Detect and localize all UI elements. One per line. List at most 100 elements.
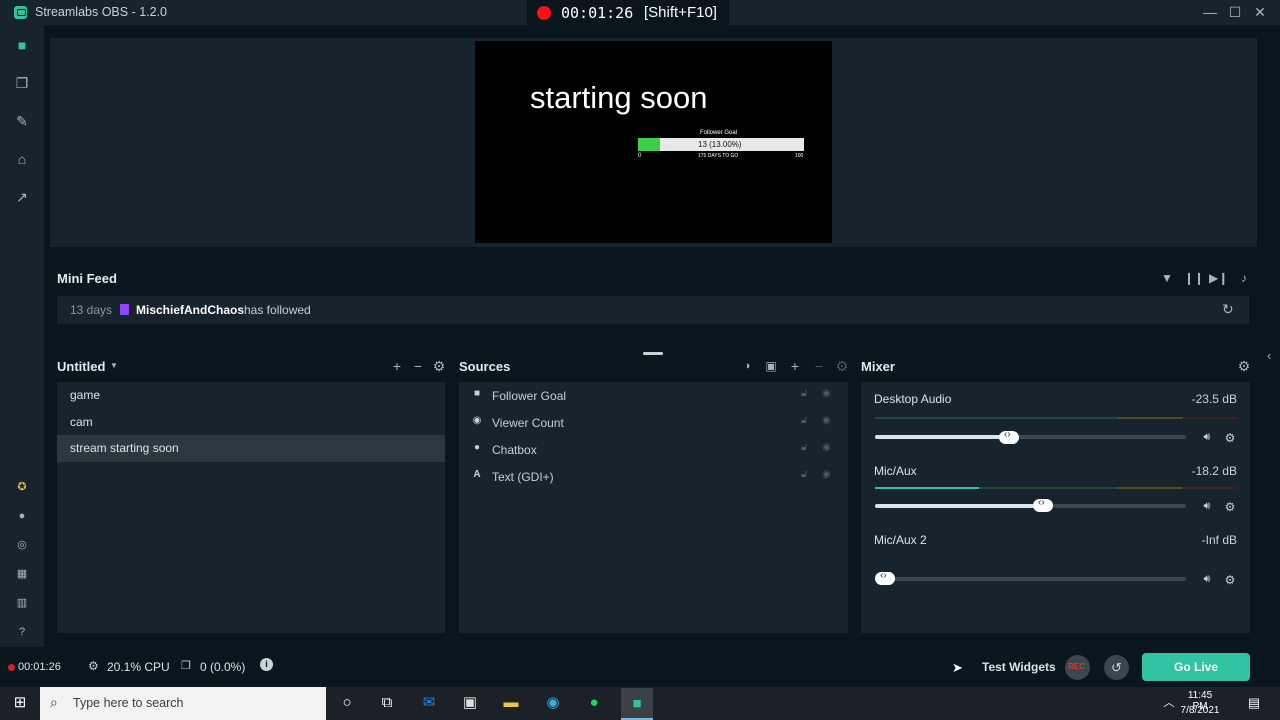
volume-icon[interactable]: ♪	[1235, 270, 1253, 286]
speaker-icon[interactable]: 🔊︎	[1200, 500, 1214, 514]
skip-icon[interactable]: ▶❙	[1209, 270, 1228, 286]
speaker-icon[interactable]: 🔊︎	[1200, 573, 1214, 587]
cortana-icon[interactable]: ○	[336, 692, 358, 714]
dashboard-icon[interactable]: ●	[12, 507, 32, 525]
recording-time: 00:01:26	[561, 4, 634, 22]
file-explorer-icon[interactable]: ▬	[500, 692, 522, 714]
add-source-icon[interactable]: +	[787, 358, 803, 374]
chevron-down-icon[interactable]: ▼	[110, 361, 118, 370]
eye-icon: ◉	[472, 415, 482, 426]
eye-icon[interactable]: ◉	[822, 469, 831, 480]
eye-icon[interactable]: ◉	[822, 388, 831, 399]
source-label: Text (GDI+)	[492, 470, 554, 484]
edge-icon[interactable]: ◉	[542, 692, 564, 714]
goal-value: 13 (13.00%)	[698, 140, 742, 149]
lock-icon[interactable]: 🔓︎	[801, 469, 807, 480]
prime-icon[interactable]: ✪	[12, 478, 32, 496]
mixer-channel-db: -23.5 dB	[1191, 392, 1237, 406]
source-item[interactable]: ● Chatbox 🔓︎ ◉	[459, 436, 848, 463]
dropped-frames: 0 (0.0%)	[200, 660, 246, 674]
source-label: Viewer Count	[492, 416, 564, 430]
scene-collection-title[interactable]: Untitled	[57, 359, 105, 374]
analytics-icon[interactable]: ↗	[12, 188, 32, 206]
source-lock-icon[interactable]: ◑	[739, 358, 755, 374]
feed-user: MischiefAndChaos	[136, 303, 245, 317]
dropped-frames-icon: ❐	[181, 660, 191, 672]
source-item[interactable]: ◉ Viewer Count 🔓︎ ◉	[459, 409, 848, 436]
goal-days: 175 DAYS TO GO	[698, 153, 739, 159]
volume-knob[interactable]	[1033, 497, 1053, 512]
test-widgets-button[interactable]: Test Widgets	[982, 660, 1056, 674]
scene-settings-icon[interactable]: ⚙	[431, 358, 447, 374]
add-folder-icon[interactable]: ▣	[763, 358, 779, 374]
recording-hotkey: [Shift+F10]	[644, 4, 717, 21]
mixer-channel-db: -Inf dB	[1201, 533, 1237, 547]
lock-icon[interactable]: 🔓︎	[801, 415, 807, 426]
scene-label: cam	[70, 415, 93, 429]
mixer-title: Mixer	[861, 359, 895, 374]
feed-age: 13 days	[70, 303, 113, 317]
scene-item[interactable]: game	[57, 382, 445, 409]
source-item[interactable]: A Text (GDI+) 🔓︎ ◉	[459, 463, 848, 490]
cpu-icon: ⚙	[88, 659, 99, 673]
layout-icon[interactable]: ▦	[12, 565, 32, 583]
lock-icon[interactable]: 🔓︎	[801, 442, 807, 453]
editor-icon[interactable]: ✎	[12, 112, 32, 130]
go-live-button[interactable]: Go Live	[1142, 653, 1250, 681]
mixer-settings-icon[interactable]: ⚙	[1236, 358, 1252, 374]
source-settings-icon[interactable]: ⚙	[834, 358, 850, 374]
source-item[interactable]: ■ Follower Goal 🔓︎ ◉	[459, 382, 848, 409]
studio-camera-icon[interactable]: ■	[12, 36, 32, 54]
channel-settings-icon[interactable]: ⚙	[1223, 431, 1237, 445]
speaker-icon[interactable]: 🔊︎	[1200, 431, 1214, 445]
volume-slider[interactable]	[875, 577, 1186, 581]
collapse-icon[interactable]: ‹	[1267, 348, 1271, 363]
windows-start-icon[interactable]: ⊞	[9, 692, 31, 714]
scene-item[interactable]: cam	[57, 409, 445, 436]
taskbar-search-placeholder: Type here to search	[73, 696, 184, 710]
store-icon[interactable]: ⌂	[12, 150, 32, 168]
studio-mode-icon[interactable]: ▥	[12, 594, 32, 612]
goal-bar-fill	[638, 138, 660, 151]
mouse-cursor-icon: ➤	[952, 660, 963, 675]
streamlabs-taskbar-icon[interactable]: ■	[621, 688, 653, 720]
goal-min: 0	[638, 153, 642, 159]
source-label: Chatbox	[492, 443, 537, 457]
eye-icon[interactable]: ◉	[822, 442, 831, 453]
refresh-icon[interactable]: ↻	[1222, 301, 1234, 318]
maximize-icon[interactable]: ☐	[1225, 3, 1245, 21]
filter-icon[interactable]: ▼	[1158, 270, 1176, 286]
twitch-icon	[120, 304, 129, 315]
themes-icon[interactable]: ❐	[12, 74, 32, 92]
channel-settings-icon[interactable]: ⚙	[1223, 500, 1237, 514]
volume-knob[interactable]	[875, 570, 895, 585]
scene-label: stream starting soon	[70, 441, 179, 455]
info-icon[interactable]: i	[260, 658, 273, 671]
volume-knob[interactable]	[999, 429, 1019, 444]
replay-buffer-icon[interactable]: ↺	[1104, 655, 1129, 680]
close-icon[interactable]: ✕	[1250, 3, 1270, 21]
record-button[interactable]: REC	[1065, 655, 1090, 680]
notifications-icon[interactable]: ▤	[1243, 692, 1265, 714]
eye-icon[interactable]: ◉	[822, 415, 831, 426]
scene-item-selected[interactable]: stream starting soon	[57, 435, 445, 462]
lock-icon[interactable]: 🔓︎	[801, 388, 807, 399]
channel-settings-icon[interactable]: ⚙	[1223, 573, 1237, 587]
mail-icon[interactable]: ✉	[418, 692, 440, 714]
remove-scene-icon[interactable]: −	[410, 358, 426, 374]
spotify-icon[interactable]: ●	[583, 692, 605, 714]
help-icon[interactable]: ?	[12, 623, 32, 641]
source-label: Follower Goal	[492, 389, 567, 403]
task-view-icon[interactable]: ⧉	[376, 692, 398, 714]
add-scene-icon[interactable]: +	[389, 358, 405, 374]
record-label: REC	[1068, 662, 1085, 671]
remove-source-icon[interactable]: −	[811, 358, 827, 374]
store-app-icon[interactable]: ▣	[459, 692, 481, 714]
system-tray-chevron-icon[interactable]: ︿	[1158, 692, 1180, 714]
resize-handle[interactable]	[643, 352, 663, 355]
pause-icon[interactable]: ❙❙	[1184, 270, 1204, 286]
chat-icon[interactable]: ◎	[12, 536, 32, 554]
minimize-icon[interactable]: —	[1200, 3, 1220, 21]
footer-rec-time: 00:01:26	[18, 661, 61, 673]
goal-max: 100	[795, 153, 804, 159]
